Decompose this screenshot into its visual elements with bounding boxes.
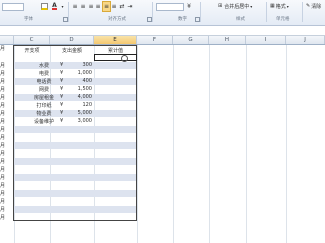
- gridline: [209, 45, 210, 243]
- align-middle-button[interactable]: ≡: [80, 2, 86, 10]
- group-divider: [302, 2, 303, 22]
- column-header-rowgap[interactable]: [0, 36, 14, 44]
- column-header-d[interactable]: D: [50, 36, 94, 44]
- font-color-icon: A: [52, 1, 57, 10]
- number-group-label: 数字: [178, 17, 187, 22]
- chevron-down-icon: ▾: [61, 3, 64, 9]
- column-header-g[interactable]: G: [173, 36, 209, 44]
- month-cell[interactable]: 月: [0, 126, 12, 133]
- month-cell[interactable]: 月: [0, 214, 12, 221]
- sheet-grid[interactable]: 开支项 支出金额 累计值 月 水费 ¥ 300 月 电费 ¥ 1,000 月 电…: [0, 45, 325, 243]
- align-lines-icon: ≡: [88, 2, 94, 10]
- fill-color-button[interactable]: [40, 2, 48, 10]
- format-button[interactable]: ▦ 格式 ▾: [270, 2, 296, 10]
- styles-group-label: 样式: [236, 17, 245, 22]
- clear-button[interactable]: ✎ 清除: [306, 2, 324, 10]
- align-bottom-button[interactable]: ≡: [88, 2, 94, 10]
- column-header-i[interactable]: I: [246, 36, 286, 44]
- ribbon: A ▾ 字体 ≡ ≡ ≡ ≡ ≡ ≡ ⇄ ⇥ 对齐方式 ¥ 数字 ⊞ 合并后居中…: [0, 0, 325, 26]
- column-header-e[interactable]: E: [94, 36, 137, 44]
- font-size-arrow[interactable]: ▾: [60, 2, 65, 10]
- group-divider: [266, 2, 267, 22]
- group-divider: [68, 2, 69, 22]
- month-cell[interactable]: 月: [0, 166, 12, 173]
- indent-button[interactable]: ⇥: [127, 2, 133, 10]
- column-header-c[interactable]: C: [14, 36, 50, 44]
- fill-color-icon: [40, 2, 48, 10]
- month-cell[interactable]: 月: [0, 102, 12, 109]
- format-label: 格式: [275, 3, 286, 10]
- month-cell[interactable]: 月: [0, 134, 12, 141]
- gridline: [173, 45, 174, 243]
- indent-icon: ⇥: [127, 2, 133, 10]
- group-divider: [200, 2, 201, 22]
- month-cell[interactable]: 月: [0, 190, 12, 197]
- month-cell[interactable]: 月: [0, 78, 12, 85]
- align-lines-icon: ≡: [72, 2, 78, 10]
- number-format-dropdown[interactable]: [156, 3, 184, 11]
- column-header-f[interactable]: F: [137, 36, 173, 44]
- font-group-label: 字体: [24, 17, 33, 22]
- merge-center-button[interactable]: ⊞ 合并后居中 ▾: [218, 2, 262, 10]
- clear-icon: ✎: [306, 3, 311, 9]
- alignment-group-label: 对齐方式: [108, 17, 126, 22]
- wrap-text-button[interactable]: ⇄: [119, 2, 125, 10]
- merge-icon: ⊞: [218, 3, 223, 9]
- gridline: [137, 45, 138, 243]
- selected-cell[interactable]: [94, 54, 137, 61]
- wrap-icon: ⇄: [119, 2, 125, 10]
- month-cell[interactable]: 月: [0, 70, 12, 77]
- month-cell[interactable]: 月: [0, 45, 12, 52]
- month-cell[interactable]: 月: [0, 198, 12, 205]
- align-lines-icon: ≡: [80, 2, 86, 10]
- month-cell[interactable]: 月: [0, 62, 12, 69]
- align-right-button[interactable]: ≡: [111, 2, 117, 10]
- column-header-row: C D E F G H I J: [0, 36, 325, 45]
- month-cell[interactable]: 月: [0, 206, 12, 213]
- column-header-h[interactable]: H: [209, 36, 246, 44]
- align-top-button[interactable]: ≡: [72, 2, 78, 10]
- align-center-icon: ≡: [103, 3, 110, 10]
- gridline: [246, 45, 247, 243]
- month-cell[interactable]: 月: [0, 182, 12, 189]
- month-cell[interactable]: 月: [0, 158, 12, 165]
- month-cell[interactable]: 月: [0, 174, 12, 181]
- format-icon: ▦: [270, 3, 275, 9]
- chevron-down-icon: ▾: [286, 3, 289, 9]
- align-left-button[interactable]: ≡: [95, 2, 101, 10]
- font-color-button[interactable]: A: [50, 2, 59, 10]
- font-name-dropdown[interactable]: [2, 3, 24, 11]
- merge-label: 合并后居中: [224, 3, 250, 10]
- chevron-down-icon: ▾: [250, 3, 253, 9]
- month-cell[interactable]: 月: [0, 86, 12, 93]
- column-header-j[interactable]: J: [286, 36, 325, 44]
- month-cell[interactable]: 月: [0, 150, 12, 157]
- align-left-icon: ≡: [95, 2, 101, 10]
- currency-icon: ¥: [187, 2, 191, 10]
- month-cell[interactable]: 月: [0, 142, 12, 149]
- cells-group-label: 单元格: [276, 17, 290, 22]
- group-divider: [152, 2, 153, 22]
- clear-label: 清除: [311, 3, 322, 10]
- currency-button[interactable]: ¥: [186, 2, 192, 10]
- month-cell[interactable]: 月: [0, 94, 12, 101]
- table-border: [13, 45, 137, 221]
- cursor-icon: [121, 55, 128, 62]
- month-cell[interactable]: 月: [0, 118, 12, 125]
- gridline: [286, 45, 287, 243]
- formula-bar: [0, 26, 325, 36]
- month-cell[interactable]: 月: [0, 110, 12, 117]
- formula-input[interactable]: [0, 27, 325, 34]
- align-center-button[interactable]: ≡: [102, 1, 111, 12]
- align-right-icon: ≡: [111, 2, 117, 10]
